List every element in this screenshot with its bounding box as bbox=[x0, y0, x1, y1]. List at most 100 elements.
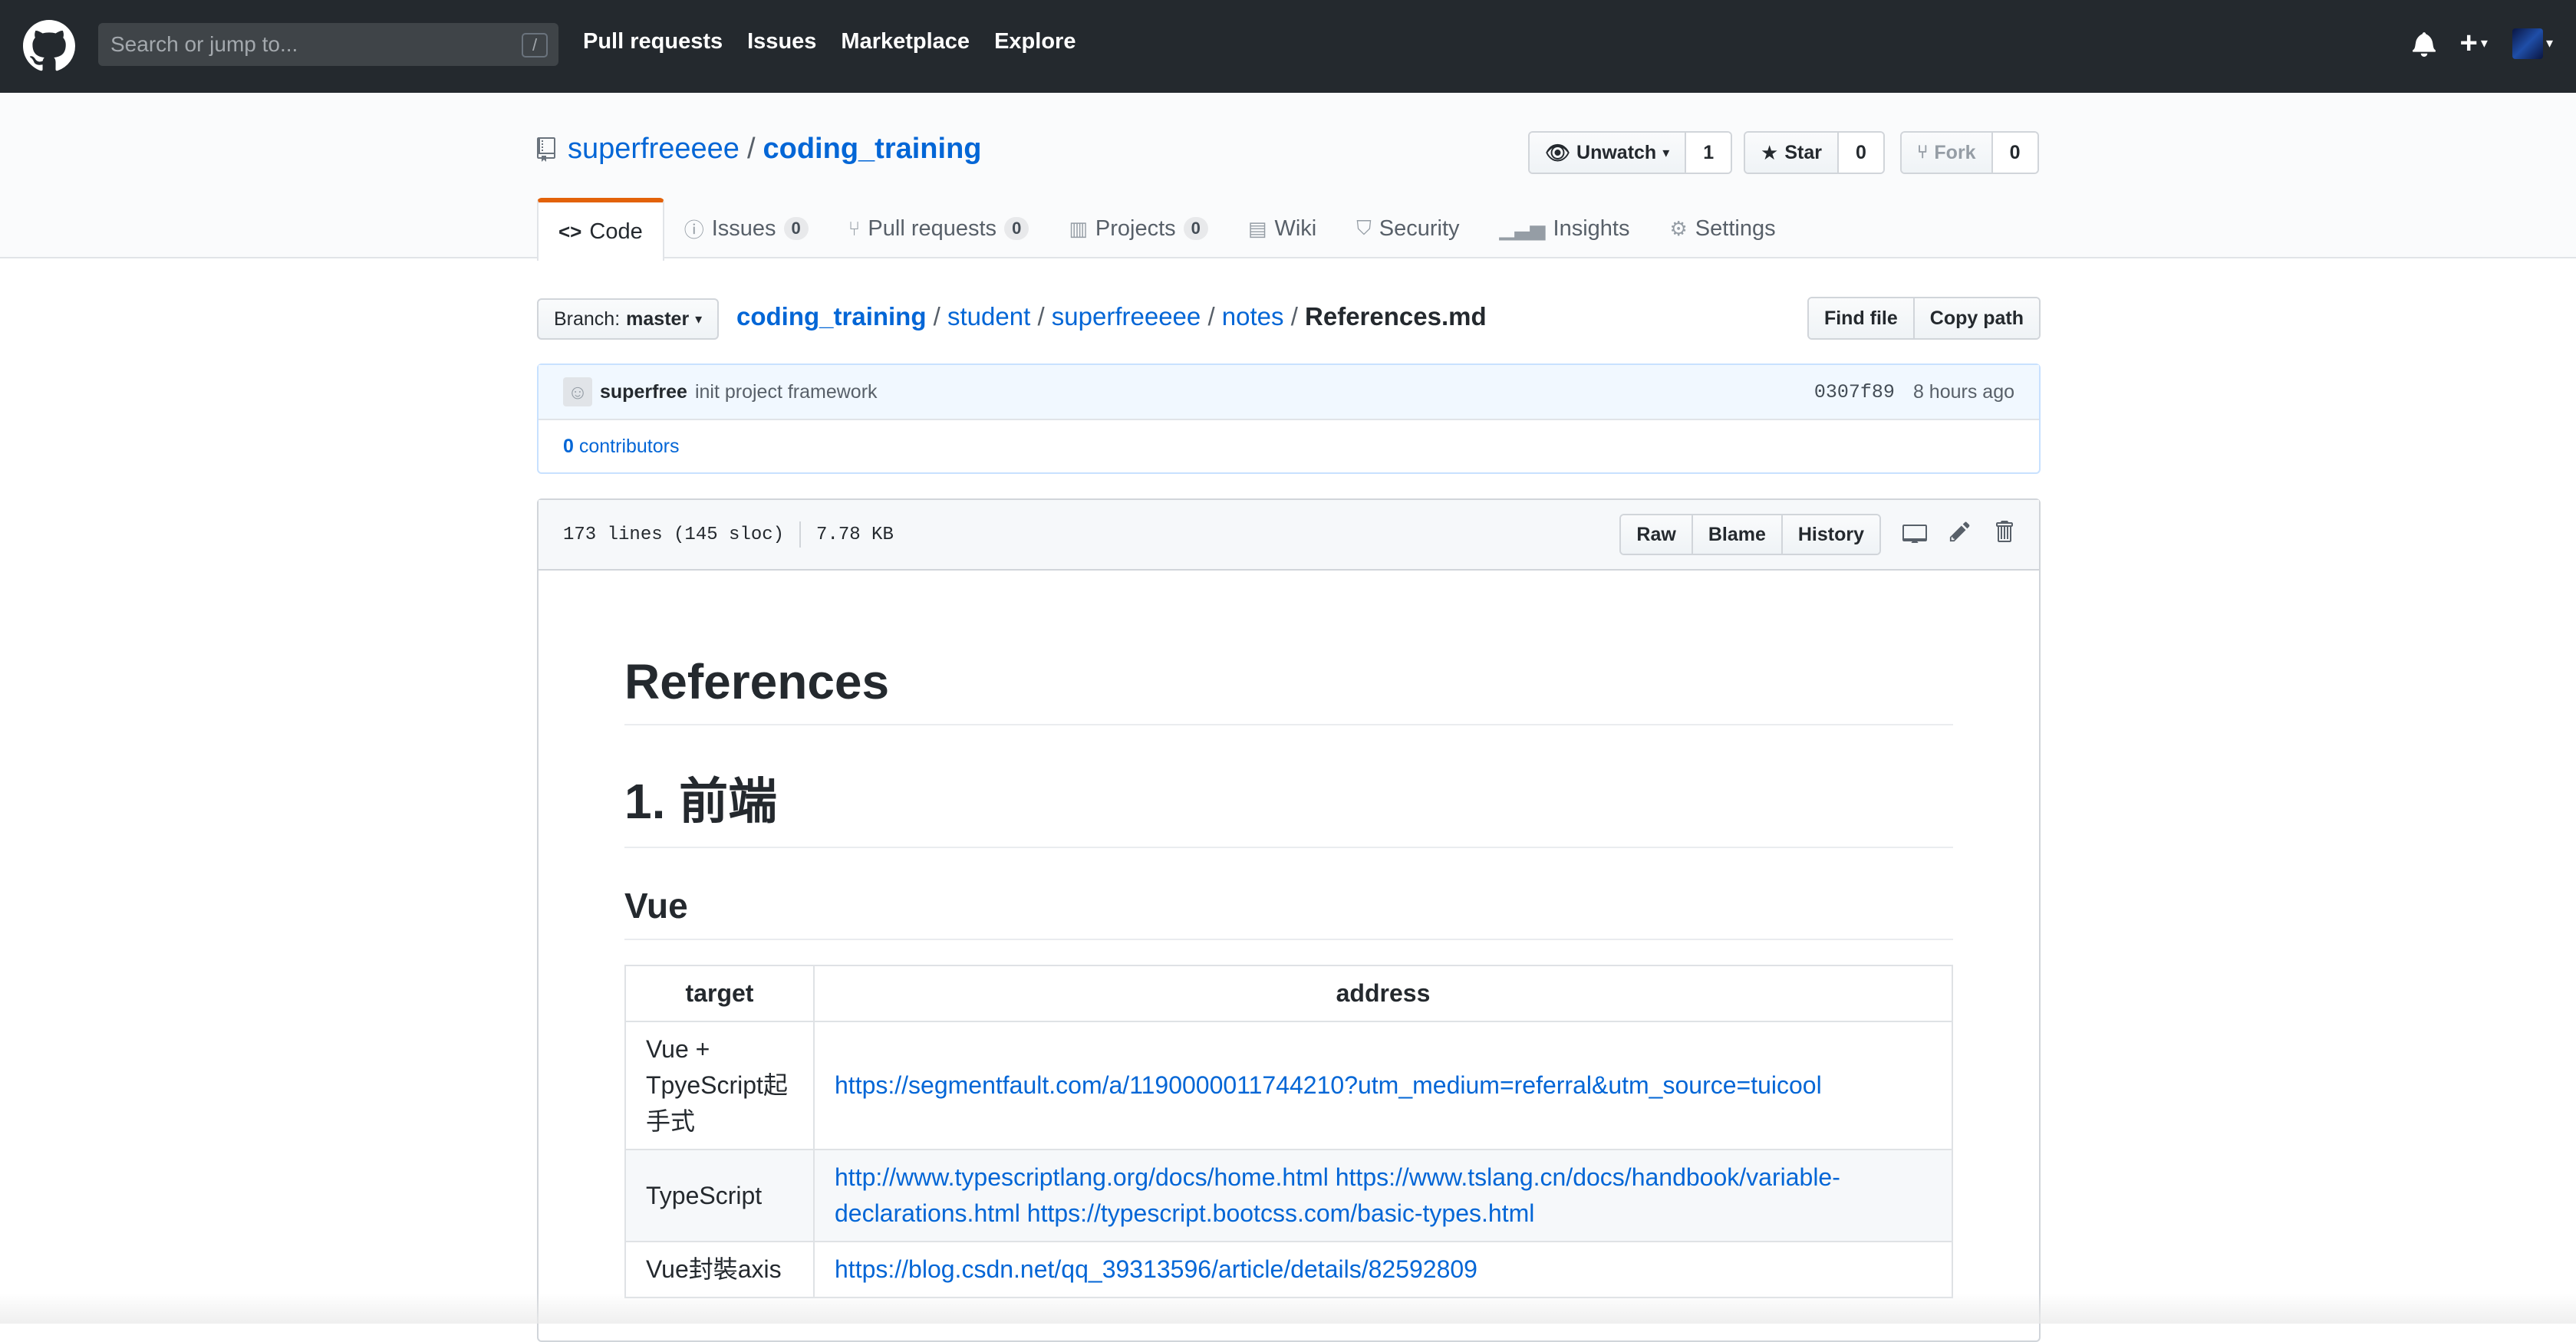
tab-code[interactable]: <> Code bbox=[537, 198, 664, 261]
tab-label: Code bbox=[589, 219, 643, 244]
nav-explore[interactable]: Explore bbox=[994, 29, 1076, 54]
breadcrumb-repo-link[interactable]: coding_training bbox=[736, 302, 927, 331]
star-button[interactable]: ★ Star bbox=[1745, 133, 1837, 173]
github-logo-icon[interactable] bbox=[23, 20, 75, 72]
tab-insights[interactable]: ▁▃▅ Insights bbox=[1480, 198, 1650, 259]
file-header: 173 lines (145 sloc) 7.78 KB Raw Blame H… bbox=[539, 500, 2039, 571]
pencil-icon[interactable] bbox=[1948, 520, 1972, 549]
reference-link[interactable]: http://www.typescriptlang.org/docs/home.… bbox=[835, 1163, 1840, 1227]
commit-sha-link[interactable]: 0307f89 bbox=[1814, 381, 1895, 403]
raw-button[interactable]: Raw bbox=[1621, 515, 1692, 554]
tab-label: Projects bbox=[1095, 215, 1176, 241]
bell-icon[interactable] bbox=[2412, 31, 2436, 57]
search-shortcut-key: / bbox=[522, 33, 548, 58]
nav-marketplace[interactable]: Marketplace bbox=[841, 29, 970, 54]
history-button[interactable]: History bbox=[1780, 515, 1879, 554]
find-file-button[interactable]: Find file bbox=[1808, 298, 1913, 338]
repo-icon bbox=[537, 137, 555, 162]
tab-settings[interactable]: ⚙ Settings bbox=[1649, 198, 1795, 259]
tab-label: Pull requests bbox=[868, 215, 997, 241]
contributors-row: 0 contributors bbox=[539, 420, 2039, 472]
branch-select[interactable]: Branch: master ▾ bbox=[537, 298, 720, 340]
markdown-heading-vue: Vue bbox=[624, 885, 1953, 940]
file-viewer: 173 lines (145 sloc) 7.78 KB Raw Blame H… bbox=[537, 498, 2041, 1342]
tab-wiki[interactable]: ▤ Wiki bbox=[1228, 198, 1336, 259]
star-count[interactable]: 0 bbox=[1836, 133, 1883, 173]
reference-link[interactable]: https://blog.csdn.net/qq_39313596/articl… bbox=[835, 1255, 1477, 1283]
contributors-label: contributors bbox=[578, 435, 680, 457]
repo-title: superfreeeee / coding_training bbox=[537, 133, 982, 166]
tab-label: Insights bbox=[1553, 215, 1630, 241]
unwatch-label: Unwatch bbox=[1576, 141, 1657, 163]
trash-icon[interactable] bbox=[1993, 519, 2014, 550]
gear-icon: ⚙ bbox=[1669, 216, 1688, 240]
reference-link[interactable]: https://segmentfault.com/a/1190000011744… bbox=[835, 1071, 1822, 1099]
chevron-down-icon: ▾ bbox=[2545, 35, 2553, 51]
chevron-down-icon: ▾ bbox=[1662, 144, 1670, 160]
fork-label: Fork bbox=[1934, 141, 1976, 163]
search-placeholder: Search or jump to... bbox=[110, 32, 298, 56]
commit-message-link[interactable]: init project framework bbox=[695, 381, 878, 403]
shield-icon: ⛉ bbox=[1356, 216, 1372, 239]
branch-name: master bbox=[626, 308, 690, 330]
create-new-dropdown[interactable]: + ▾ bbox=[2460, 26, 2488, 61]
breadcrumb-filename: References.md bbox=[1305, 302, 1487, 331]
header-actions: + ▾ ▾ bbox=[2412, 26, 2553, 61]
table-row: TypeScript http://www.typescriptlang.org… bbox=[624, 1149, 1953, 1242]
star-icon: ★ bbox=[1761, 140, 1779, 164]
chevron-down-icon: ▾ bbox=[2480, 35, 2488, 51]
graph-icon: ▁▃▅ bbox=[1499, 216, 1546, 240]
repo-tabs: <> Code ⓘ Issues 0 ⑂ Pull requests 0 ▥ P… bbox=[537, 198, 1796, 261]
user-menu-dropdown[interactable]: ▾ bbox=[2512, 28, 2553, 59]
tab-projects[interactable]: ▥ Projects 0 bbox=[1049, 198, 1228, 259]
repo-name-link[interactable]: coding_training bbox=[763, 133, 982, 166]
plus-icon: + bbox=[2459, 26, 2478, 60]
tab-label: Wiki bbox=[1274, 215, 1317, 241]
references-table: target address Vue + TpyeScript起手式 https… bbox=[624, 965, 1953, 1298]
markdown-heading-frontend: 1. 前端 bbox=[624, 762, 1953, 848]
commit-tease: ☺ superfree init project framework 0307f… bbox=[537, 363, 2041, 474]
table-cell-address: http://www.typescriptlang.org/docs/home.… bbox=[813, 1149, 1953, 1242]
latest-commit: ☺ superfree init project framework 0307f… bbox=[539, 365, 2039, 420]
blame-button[interactable]: Blame bbox=[1691, 515, 1781, 554]
table-header-row: target address bbox=[624, 965, 1953, 1022]
contributors-link[interactable]: 0 contributors bbox=[563, 436, 679, 458]
tab-pull-requests[interactable]: ⑂ Pull requests 0 bbox=[828, 198, 1049, 259]
book-icon: ▤ bbox=[1247, 216, 1267, 240]
tab-issues[interactable]: ⓘ Issues 0 bbox=[664, 198, 828, 259]
table-cell-target: Vue + TpyeScript起手式 bbox=[624, 1021, 815, 1150]
tab-security[interactable]: ⛉ Security bbox=[1336, 198, 1479, 259]
nav-pull-requests[interactable]: Pull requests bbox=[583, 29, 723, 54]
repo-owner-link[interactable]: superfreeeee bbox=[568, 133, 740, 166]
avatar[interactable]: ☺ bbox=[563, 377, 592, 406]
contributors-count: 0 bbox=[563, 435, 574, 457]
table-cell-target: TypeScript bbox=[624, 1149, 815, 1242]
breadcrumb: coding_training / student / superfreeeee… bbox=[736, 302, 1487, 331]
fork-button[interactable]: ⑂ Fork bbox=[1902, 133, 1991, 173]
copy-path-button[interactable]: Copy path bbox=[1912, 298, 2039, 338]
code-icon: <> bbox=[558, 219, 582, 243]
breadcrumb-notes-link[interactable]: notes bbox=[1222, 302, 1284, 331]
repo-header: superfreeeee / coding_training 👁 Unwatch… bbox=[0, 93, 2576, 261]
avatar bbox=[2512, 28, 2543, 59]
table-cell-target: Vue封裝axis bbox=[624, 1241, 815, 1298]
unwatch-button[interactable]: 👁 Unwatch ▾ bbox=[1530, 133, 1685, 173]
bottom-fade bbox=[0, 1293, 2576, 1324]
desktop-icon[interactable] bbox=[1902, 521, 1927, 549]
commit-author-link[interactable]: superfree bbox=[600, 381, 687, 403]
commit-time: 8 hours ago bbox=[1912, 380, 2014, 403]
issue-icon: ⓘ bbox=[684, 218, 704, 242]
markdown-heading-1: References bbox=[624, 653, 1953, 725]
column-header-address: address bbox=[813, 965, 1953, 1022]
watch-count[interactable]: 1 bbox=[1685, 133, 1731, 173]
search-input[interactable]: Search or jump to... / bbox=[98, 23, 558, 66]
file-info-divider bbox=[799, 521, 802, 548]
fork-count[interactable]: 0 bbox=[1991, 133, 2037, 173]
breadcrumb-user-link[interactable]: superfreeeee bbox=[1052, 302, 1201, 331]
table-row: Vue + TpyeScript起手式 https://segmentfault… bbox=[624, 1021, 1953, 1150]
pull-request-icon: ⑂ bbox=[848, 216, 861, 240]
nav-issues[interactable]: Issues bbox=[747, 29, 816, 54]
tab-label: Issues bbox=[711, 215, 776, 241]
breadcrumb-student-link[interactable]: student bbox=[947, 302, 1030, 331]
global-header: Search or jump to... / Pull requests Iss… bbox=[0, 0, 2576, 93]
